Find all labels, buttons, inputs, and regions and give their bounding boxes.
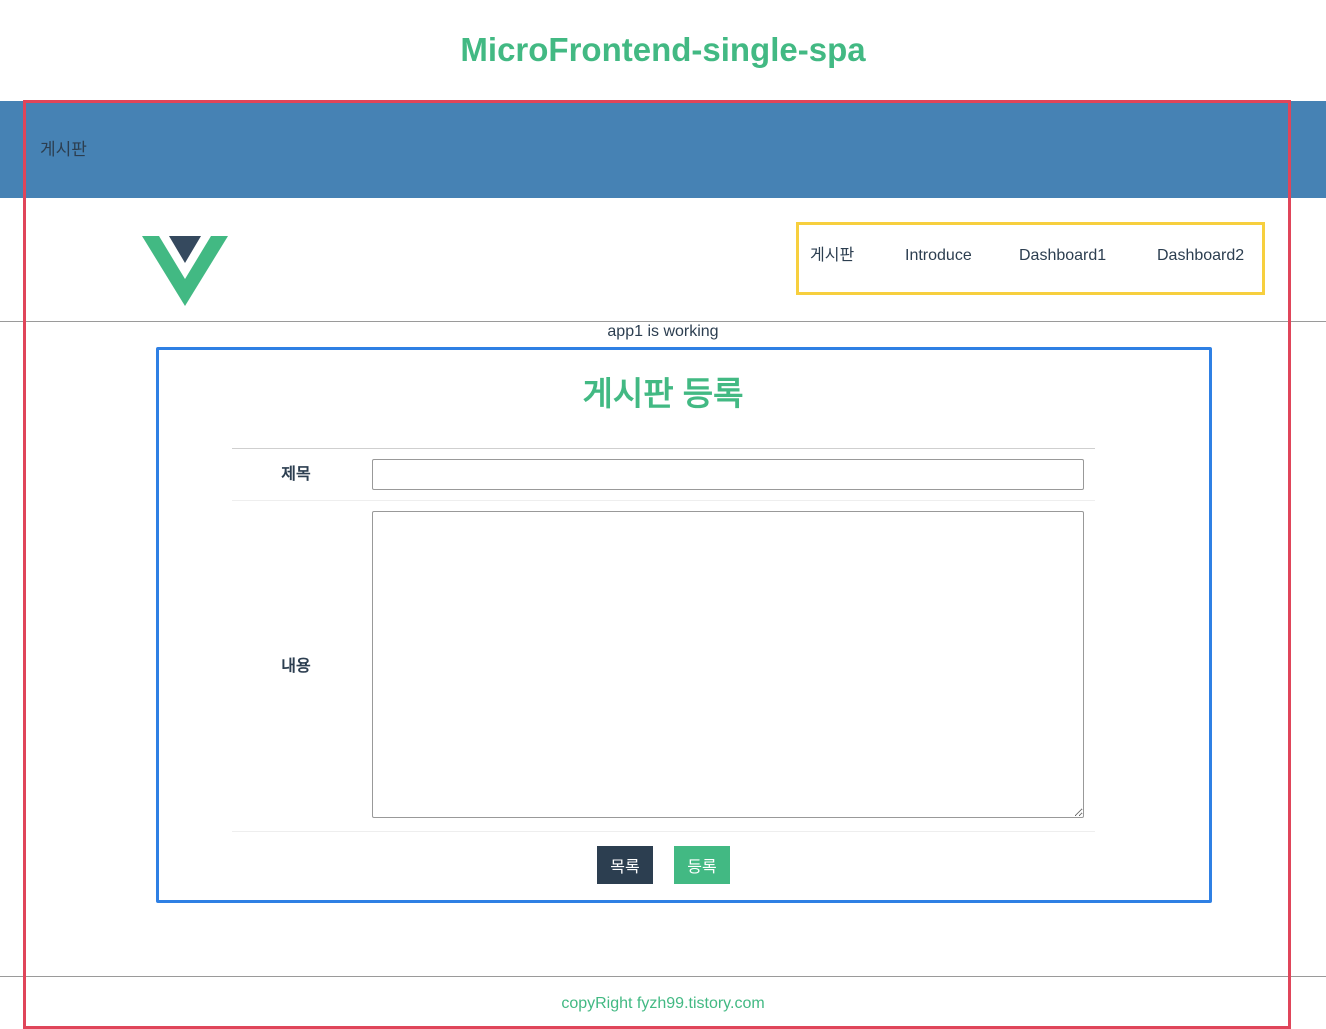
form-top-divider [232, 448, 1095, 449]
top-bar-label: 게시판 [40, 140, 87, 159]
nav-item-board[interactable]: 게시판 [810, 246, 854, 266]
form-row-divider [232, 500, 1095, 501]
content-label: 내용 [281, 658, 311, 675]
subject-label: 제목 [281, 466, 311, 483]
app-title: MicroFrontend-single-spa [460, 31, 866, 68]
list-button[interactable]: 목록 [597, 846, 653, 884]
nav-item-dashboard1[interactable]: Dashboard1 [1019, 246, 1106, 266]
content-textarea[interactable] [372, 511, 1084, 818]
nav-item-introduce[interactable]: Introduce [905, 246, 972, 266]
page: MicroFrontend-single-spa 게시판 게시판 Introdu… [0, 0, 1326, 1029]
submit-button[interactable]: 등록 [674, 846, 730, 884]
nav-item-dashboard2[interactable]: Dashboard2 [1157, 246, 1244, 266]
footer-copyright: copyRight fyzh99.tistory.com [561, 995, 765, 1012]
top-bar [0, 101, 1326, 198]
vue-logo-icon [142, 236, 228, 306]
subject-input[interactable] [372, 459, 1084, 490]
form-title: 게시판 등록 [582, 375, 744, 412]
app-status-text: app1 is working [607, 323, 719, 340]
footer-divider [0, 976, 1326, 977]
form-bottom-divider [232, 831, 1095, 832]
